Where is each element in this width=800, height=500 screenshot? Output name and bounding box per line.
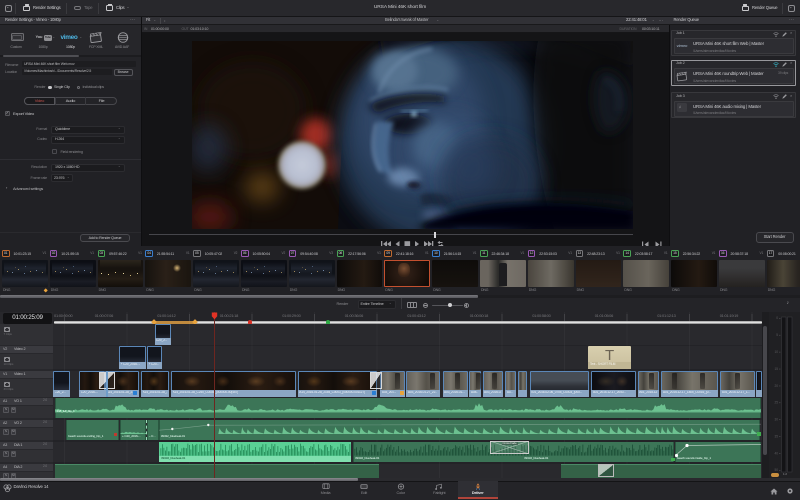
svg-text:5: 5 xyxy=(776,333,778,337)
svg-text:15: 15 xyxy=(774,367,778,371)
svg-text:0: 0 xyxy=(776,316,778,320)
svg-text:25: 25 xyxy=(774,401,778,405)
svg-text:35: 35 xyxy=(774,434,778,438)
svg-text:30: 30 xyxy=(774,418,778,422)
svg-text:40: 40 xyxy=(774,451,778,455)
svg-text:50: 50 xyxy=(774,468,778,472)
svg-text:10: 10 xyxy=(774,350,778,354)
svg-text:20: 20 xyxy=(774,384,778,388)
